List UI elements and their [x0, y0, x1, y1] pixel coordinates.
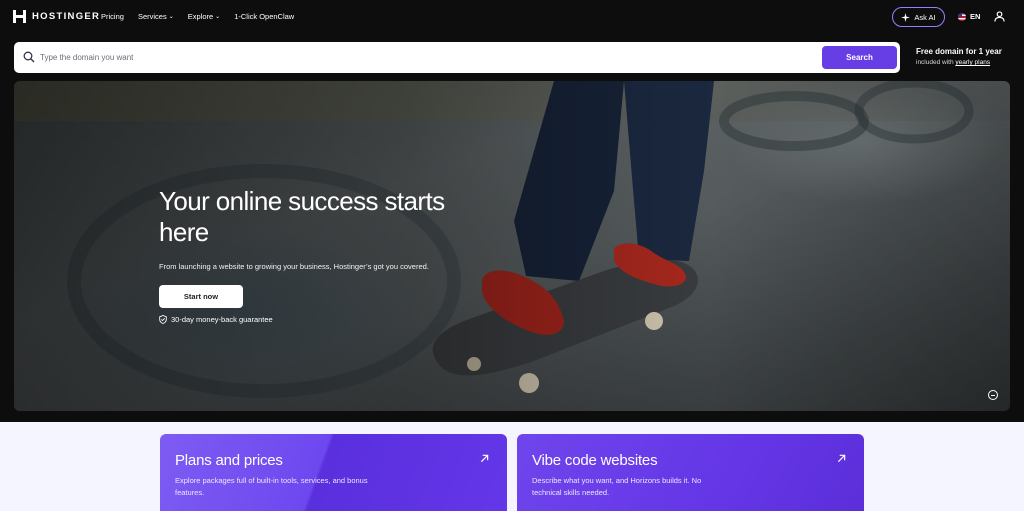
card-title: Plans and prices: [175, 452, 283, 469]
card-title: Vibe code websites: [532, 452, 658, 469]
free-domain-subtitle: included with yearly plans: [916, 59, 1016, 66]
nav-link-label: Services: [137, 12, 167, 21]
pause-icon[interactable]: [988, 390, 998, 400]
language-selector[interactable]: EN: [958, 12, 980, 21]
us-flag-icon: [958, 12, 966, 21]
brand-name: HOSTINGER: [32, 11, 101, 22]
domain-search-button[interactable]: Search: [822, 46, 897, 69]
search-icon: [23, 51, 35, 63]
free-domain-prefix: included with: [916, 59, 954, 66]
nav-link-label: Pricing: [101, 12, 124, 21]
hero-banner: Your online success starts here From lau…: [14, 81, 1010, 411]
free-domain-promo: Free domain for 1 year included with yea…: [916, 47, 1016, 66]
chevron-down-icon: ⌄: [215, 14, 221, 20]
chevron-down-icon: ⌄: [168, 14, 174, 20]
free-domain-title: Free domain for 1 year: [916, 47, 1002, 56]
nav-link-services[interactable]: Services ⌄: [138, 12, 174, 21]
ask-ai-label: Ask AI: [914, 12, 936, 22]
user-icon[interactable]: [994, 11, 1005, 22]
vibe-code-websites-card[interactable]: Vibe code websites Describe what you wan…: [517, 434, 864, 511]
nav-link-pricing[interactable]: Pricing: [101, 12, 124, 21]
ask-ai-button[interactable]: Ask AI: [892, 7, 945, 27]
start-now-button[interactable]: Start now: [159, 285, 243, 308]
sparkle-icon: [901, 12, 911, 22]
card-description: Describe what you want, and Horizons bui…: [532, 476, 702, 497]
nav-link-openclaw[interactable]: 1-Click OpenClaw: [234, 12, 294, 21]
guarantee-text: 30-day money-back guarantee: [171, 315, 273, 324]
nav-link-explore[interactable]: Explore ⌄: [188, 12, 220, 21]
arrow-up-right-icon: [837, 454, 846, 463]
domain-search-bar: Search: [14, 42, 900, 73]
top-navigation: HOSTINGER Pricing Services ⌄ Explore ⌄ 1…: [0, 0, 1024, 34]
money-back-guarantee: 30-day money-back guarantee: [159, 315, 273, 324]
domain-search-input[interactable]: [40, 49, 800, 66]
language-label: EN: [970, 12, 981, 21]
arrow-up-right-icon: [480, 454, 489, 463]
plans-and-prices-card[interactable]: Plans and prices Explore packages full o…: [160, 434, 507, 511]
hero-title: Your online success starts here: [159, 186, 445, 247]
yearly-plans-link[interactable]: yearly plans: [955, 59, 990, 66]
feature-cards-section: Plans and prices Explore packages full o…: [0, 422, 1024, 511]
card-description: Explore packages full of built-in tools,…: [175, 476, 368, 497]
nav-link-label: 1-Click OpenClaw: [234, 12, 295, 21]
hostinger-logo-icon: [13, 10, 26, 23]
nav-link-label: Explore: [187, 12, 214, 21]
hostinger-logo[interactable]: HOSTINGER: [13, 10, 100, 23]
nav-links: Pricing Services ⌄ Explore ⌄ 1-Click Ope…: [101, 12, 294, 21]
shield-check-icon: [159, 315, 167, 324]
hero-subtitle: From launching a website to growing your…: [159, 262, 429, 271]
